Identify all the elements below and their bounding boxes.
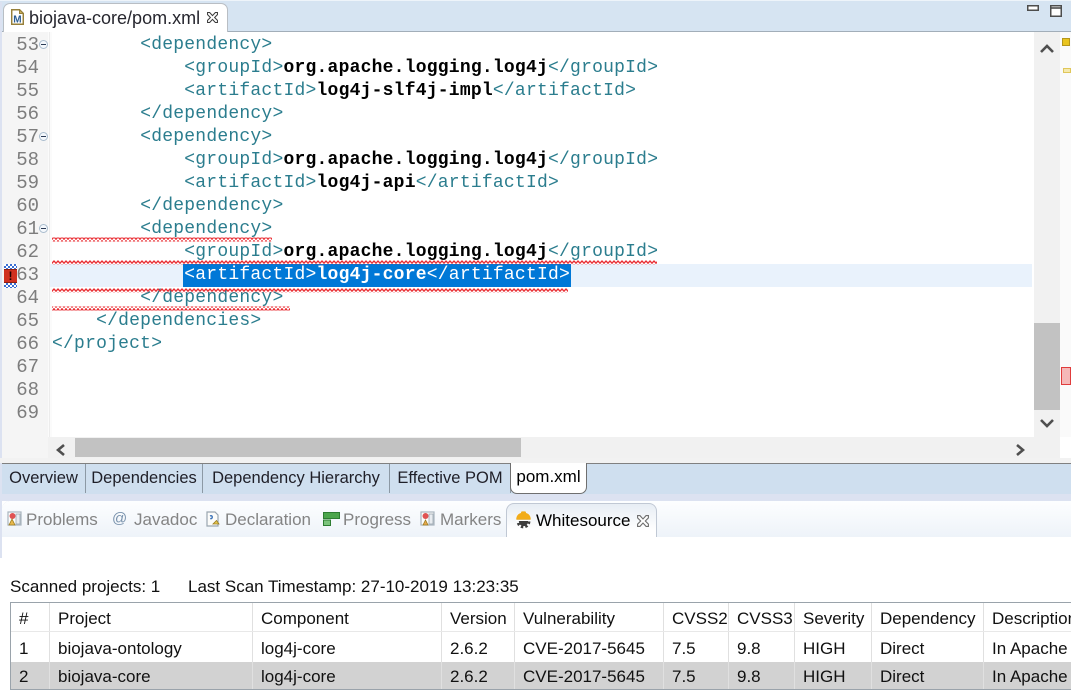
svg-text:M: M (13, 15, 21, 25)
